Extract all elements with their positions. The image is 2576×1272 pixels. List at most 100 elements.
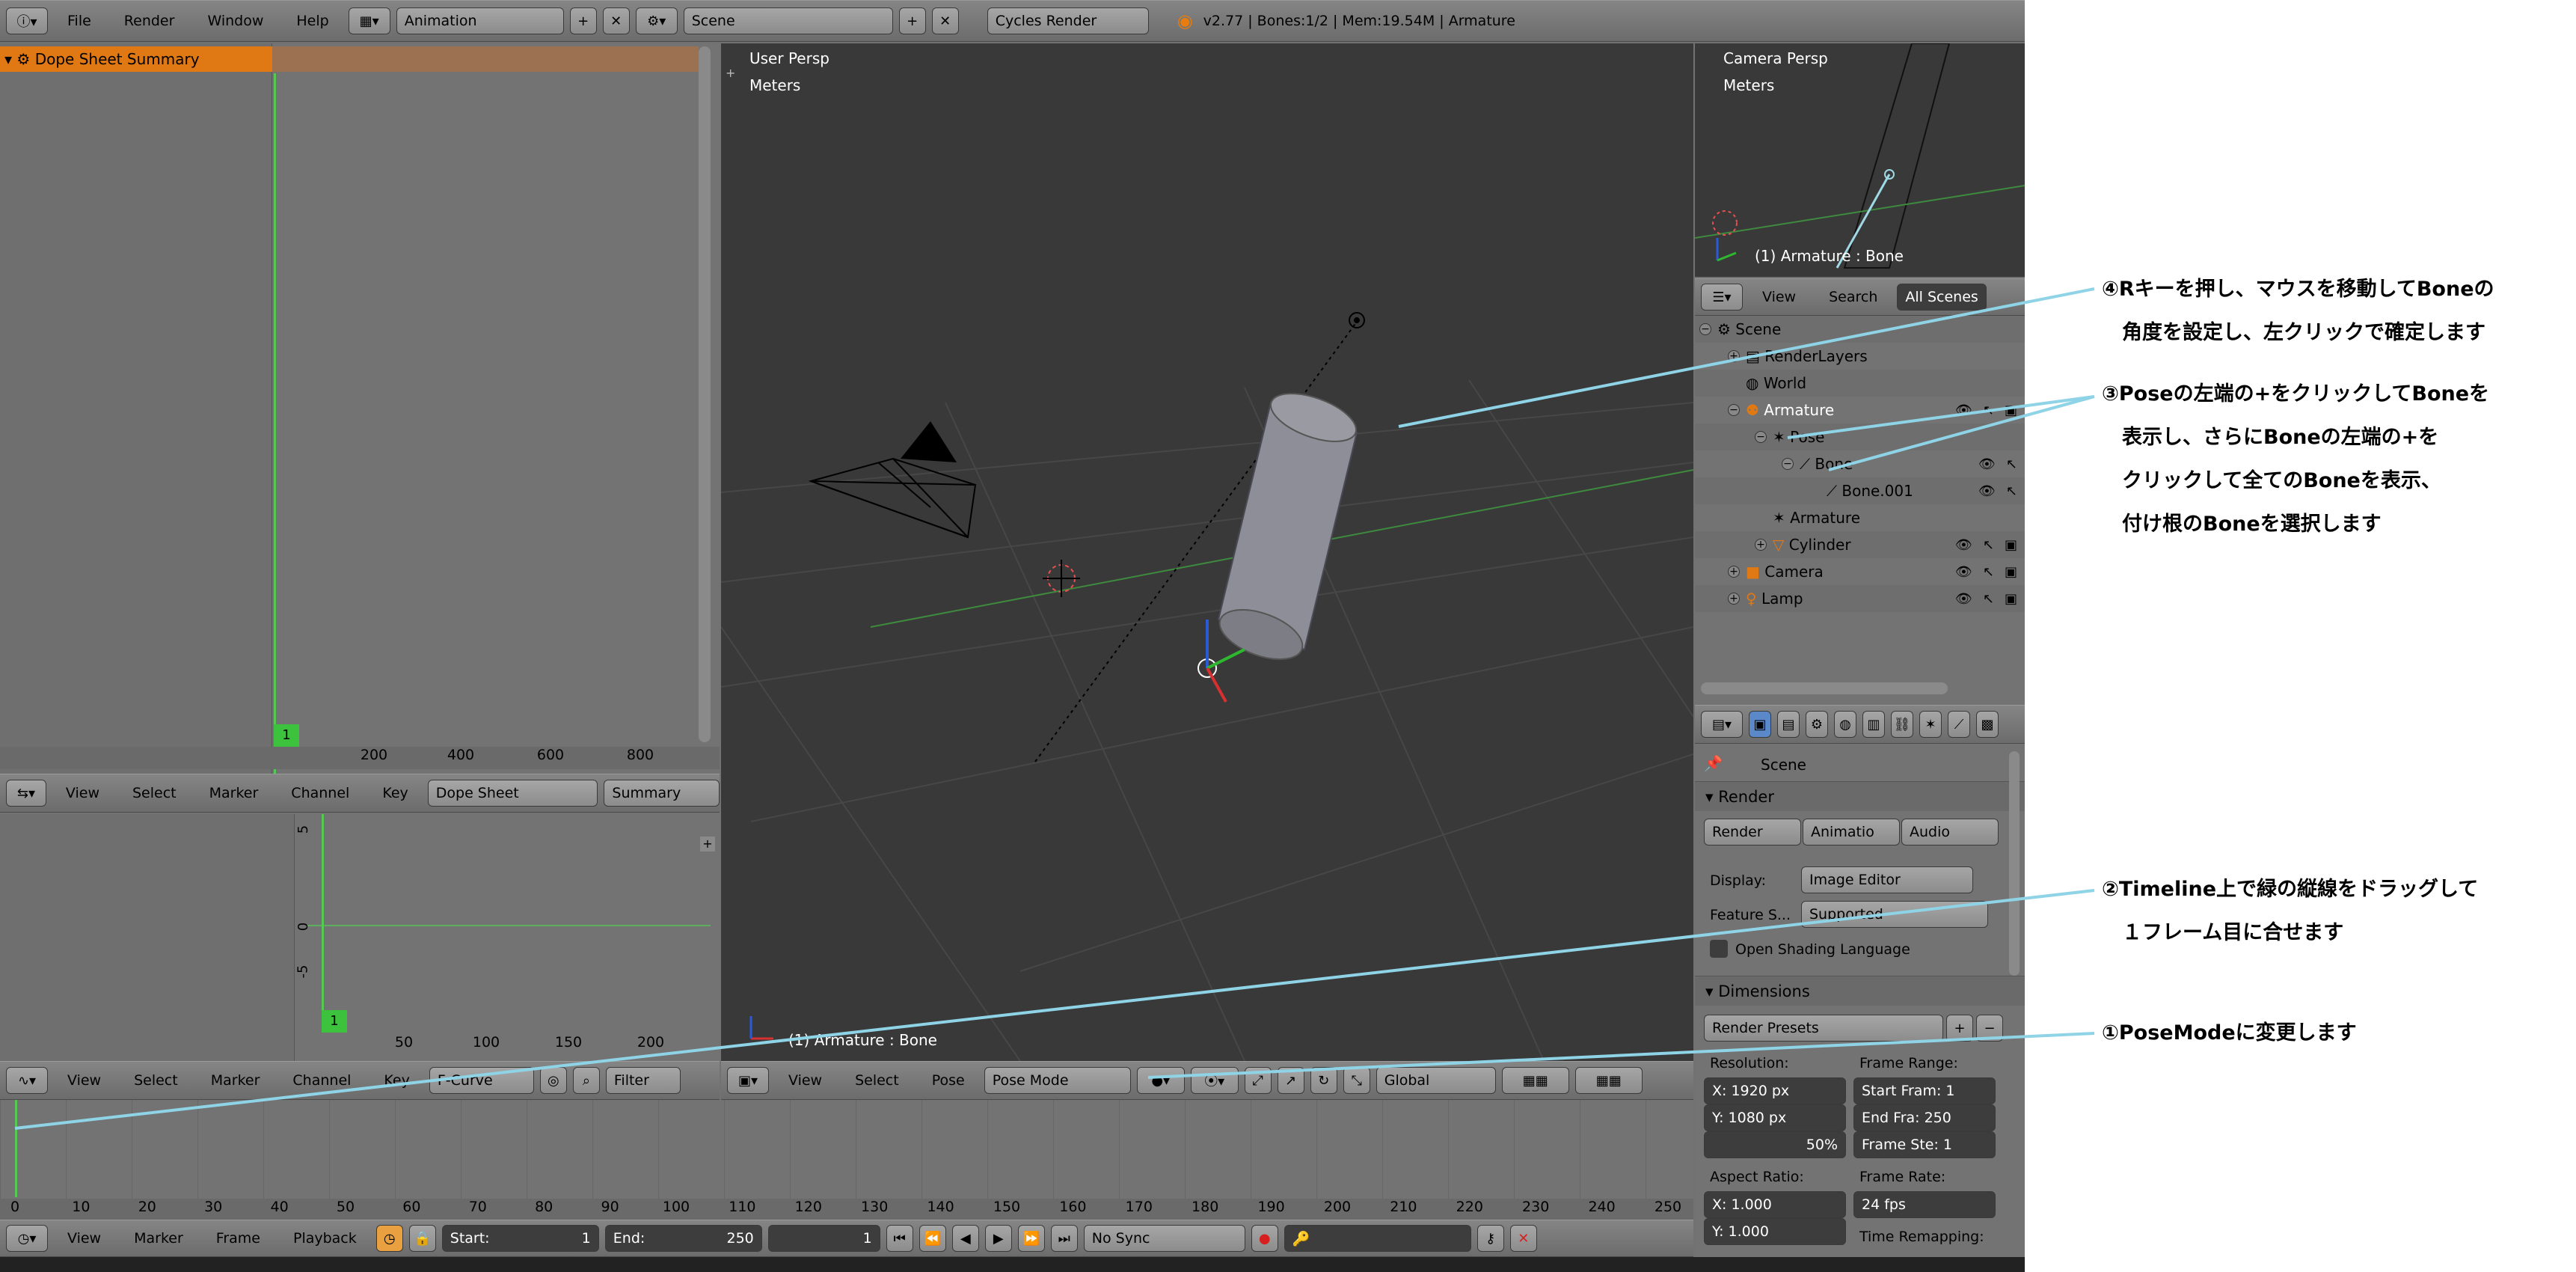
lock-icon[interactable]: 🔒: [408, 1225, 436, 1252]
dopesheet-summary-button[interactable]: Summary: [604, 780, 720, 807]
keying-set-field[interactable]: 🔑: [1284, 1225, 1471, 1252]
pin-icon[interactable]: 📌: [1704, 754, 1723, 772]
graph-zoom-icon[interactable]: ⌕: [572, 1067, 600, 1094]
eye-icon[interactable]: 👁: [1955, 537, 1972, 553]
dopesheet-current-frame-badge[interactable]: 1: [274, 724, 299, 747]
graph-menu-view[interactable]: View: [54, 1072, 114, 1089]
outliner-filter-select[interactable]: All Scenes: [1897, 284, 1987, 311]
delete-layout-icon[interactable]: ✕: [602, 7, 630, 34]
viewport-menu-select[interactable]: Select: [841, 1072, 913, 1089]
menu-render[interactable]: Render: [111, 13, 188, 29]
jump-key-forward-icon[interactable]: ⏩: [1017, 1225, 1045, 1252]
remove-preset-icon[interactable]: −: [1976, 1015, 2003, 1042]
eye-icon[interactable]: 👁: [1955, 403, 1972, 418]
expand-icon[interactable]: +: [1728, 593, 1740, 605]
timeline-frame-line[interactable]: [15, 1100, 17, 1197]
osl-checkbox[interactable]: [1710, 940, 1728, 958]
render-button[interactable]: Render: [1704, 819, 1801, 846]
outliner-item-renderlayers[interactable]: + ▤ RenderLayers: [1695, 343, 2025, 370]
sync-select[interactable]: No Sync: [1083, 1225, 1245, 1252]
expand-triangle-icon[interactable]: ▾: [4, 50, 16, 68]
info-editor-icon[interactable]: ⓘ▾: [6, 7, 48, 34]
render-presets-select[interactable]: Render Presets: [1704, 1015, 1943, 1042]
play-icon[interactable]: ▶: [984, 1225, 1012, 1252]
orientation-select[interactable]: Global: [1376, 1067, 1496, 1094]
viewport-add-icon[interactable]: +: [726, 66, 740, 81]
viewport-menu-pose[interactable]: Pose: [919, 1072, 978, 1089]
animation-button[interactable]: Animatio: [1803, 819, 1900, 846]
timeline-menu-view[interactable]: View: [54, 1230, 114, 1247]
audio-button[interactable]: Audio: [1901, 819, 1999, 846]
collapse-icon[interactable]: −: [1699, 323, 1711, 335]
outliner-item-bone001[interactable]: ⟋ Bone.001 👁 ↖: [1695, 477, 2025, 504]
collapse-icon[interactable]: −: [1782, 458, 1794, 470]
dopesheet-scrollbar[interactable]: [699, 46, 711, 742]
menu-window[interactable]: Window: [194, 13, 277, 29]
add-scene-icon[interactable]: +: [898, 7, 926, 34]
graph-menu-marker[interactable]: Marker: [197, 1072, 274, 1089]
graph-menu-select[interactable]: Select: [120, 1072, 191, 1089]
dopesheet-editor[interactable]: ▾ ⚙ Dope Sheet Summary 1 200 400 600 800: [0, 43, 720, 813]
outliner-item-armature[interactable]: − ⚉ Armature 👁 ↖ ▣: [1695, 397, 2025, 424]
end-frame-input[interactable]: End: 250: [604, 1225, 762, 1252]
properties-panel[interactable]: 📌 Scene ▾ Render Render Animatio Audio D…: [1695, 744, 2025, 1272]
dopesheet-menu-marker[interactable]: Marker: [196, 785, 272, 801]
constraints-tab-icon[interactable]: ⛓: [1891, 711, 1913, 738]
eye-icon[interactable]: 👁: [1955, 591, 1972, 607]
outliner-item-lamp[interactable]: + ♀ Lamp 👁 ↖ ▣: [1695, 585, 2025, 612]
current-frame-input[interactable]: 1: [767, 1225, 880, 1252]
resolution-x-field[interactable]: X: 1920 px: [1704, 1077, 1846, 1104]
timeline-menu-marker[interactable]: Marker: [120, 1230, 197, 1247]
render-panel-header[interactable]: ▾ Render: [1695, 781, 2025, 811]
layers-grid-icon[interactable]: ▦▦: [1501, 1067, 1569, 1094]
cursor-icon[interactable]: ↖: [1983, 403, 1994, 418]
delete-key-icon[interactable]: ✕: [1509, 1225, 1537, 1252]
translate-icon[interactable]: ↗: [1277, 1067, 1304, 1094]
outliner-item-pose[interactable]: − ✶ Pose: [1695, 424, 2025, 450]
outliner-editor-type-icon[interactable]: ☰▾: [1701, 284, 1743, 311]
render-icon[interactable]: ▣: [2005, 403, 2017, 418]
shading-sphere-icon[interactable]: ●▾: [1136, 1067, 1185, 1094]
outliner-item-scene[interactable]: − ⚙ Scene: [1695, 316, 2025, 343]
resolution-y-field[interactable]: Y: 1080 px: [1704, 1104, 1846, 1131]
pivot-icon[interactable]: ⦿▾: [1190, 1067, 1239, 1094]
jump-key-back-icon[interactable]: ⏪: [919, 1225, 946, 1252]
play-reverse-icon[interactable]: ◀: [951, 1225, 979, 1252]
graph-pivot-icon[interactable]: ◎: [539, 1067, 567, 1094]
outliner-item-bone[interactable]: − ⟋ Bone 👁 ↖: [1695, 450, 2025, 477]
dopesheet-menu-channel[interactable]: Channel: [277, 785, 363, 801]
outliner-item-cylinder[interactable]: + ▽ Cylinder 👁 ↖ ▣: [1695, 531, 2025, 558]
rotate-icon[interactable]: ↻: [1310, 1067, 1337, 1094]
graph-filter-button[interactable]: Filter: [605, 1067, 681, 1094]
render-layers-tab-icon[interactable]: ▤: [1777, 711, 1800, 738]
dopesheet-editor-type-icon[interactable]: ⇆▾: [6, 780, 46, 807]
add-preset-icon[interactable]: +: [1946, 1015, 1973, 1042]
world-tab-icon[interactable]: ◍: [1834, 711, 1856, 738]
layout-grid-icon[interactable]: ▦▾: [348, 7, 390, 34]
cursor-icon[interactable]: ↖: [2006, 456, 2017, 472]
viewport-editor-type-icon[interactable]: ▣▾: [727, 1067, 769, 1094]
dimensions-panel-header[interactable]: ▾ Dimensions: [1695, 976, 2025, 1006]
eye-icon[interactable]: 👁: [1955, 564, 1972, 580]
properties-scrollbar[interactable]: [2009, 751, 2020, 976]
jump-end-icon[interactable]: ⏭: [1050, 1225, 1078, 1252]
collapse-icon[interactable]: −: [1755, 431, 1767, 443]
manipulator-icon[interactable]: ⤢: [1244, 1067, 1272, 1094]
viewport-menu-view[interactable]: View: [775, 1072, 835, 1089]
render-icon[interactable]: ▣: [2005, 564, 2017, 580]
frame-rate-select[interactable]: 24 fps: [1853, 1191, 1996, 1218]
end-frame-field[interactable]: End Fra: 250: [1853, 1104, 1996, 1131]
graph-editor-type-icon[interactable]: ∿▾: [6, 1067, 48, 1094]
outliner-item-armature-data[interactable]: ✶ Armature: [1695, 504, 2025, 531]
dopesheet-frame-line[interactable]: [274, 73, 276, 777]
collapse-icon[interactable]: −: [1728, 404, 1740, 416]
graph-menu-key[interactable]: Key: [370, 1072, 423, 1089]
dopesheet-summary-row[interactable]: ▾ ⚙ Dope Sheet Summary: [0, 46, 272, 72]
dopesheet-menu-key[interactable]: Key: [369, 785, 421, 801]
screen-layout-field[interactable]: Animation: [396, 7, 564, 34]
graph-mode-select[interactable]: F-Curve: [429, 1067, 534, 1094]
camera-viewport[interactable]: Camera Persp Meters (1) Armature : Bone: [1695, 43, 2025, 277]
render-icon[interactable]: ▣: [2005, 591, 2017, 607]
start-frame-input[interactable]: Start: 1: [441, 1225, 599, 1252]
display-select[interactable]: Image Editor: [1801, 866, 1973, 893]
